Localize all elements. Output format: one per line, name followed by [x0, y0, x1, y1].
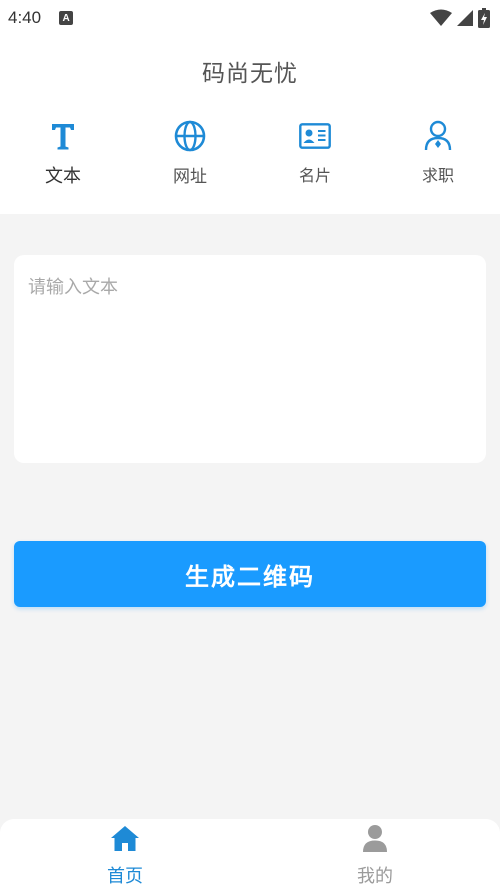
generate-qr-button[interactable]: 生成二维码 [14, 541, 486, 607]
status-time: 4:40 [8, 8, 42, 27]
nav-home-label: 首页 [107, 866, 143, 887]
text-icon [50, 116, 76, 156]
tab-text[interactable]: 文本 [13, 116, 113, 196]
signal-icon [457, 10, 473, 26]
home-icon [110, 823, 140, 852]
tab-business-card-label: 名片 [298, 166, 331, 185]
business-card-icon [299, 116, 331, 156]
tab-url-label: 网址 [173, 167, 207, 187]
text-input[interactable] [14, 255, 486, 463]
status-bar: 4:40 A [0, 0, 500, 36]
tab-job-seeking[interactable]: 求职 [388, 116, 488, 196]
user-icon [361, 823, 389, 852]
type-tabs: 文本 网址 名片 求职 [0, 116, 500, 196]
wifi-icon [430, 9, 452, 26]
nav-mine-label: 我的 [357, 866, 393, 887]
tab-business-card[interactable]: 名片 [265, 116, 365, 196]
tab-text-label: 文本 [45, 166, 81, 187]
tab-job-seeking-label: 求职 [421, 166, 454, 185]
nav-home[interactable]: 首页 [45, 819, 205, 888]
person-icon [423, 116, 453, 156]
status-indicators [430, 8, 490, 28]
globe-icon [174, 116, 206, 156]
bottom-nav: 首页 我的 [0, 819, 500, 888]
app-title: 码尚无忧 [202, 61, 298, 87]
header: 码尚无忧 文本 网址 名片 求职 [0, 36, 500, 214]
notification-icon: A [59, 11, 74, 25]
battery-icon [478, 8, 490, 28]
nav-mine[interactable]: 我的 [295, 819, 455, 888]
tab-url[interactable]: 网址 [140, 116, 240, 196]
text-input-card [14, 255, 486, 463]
